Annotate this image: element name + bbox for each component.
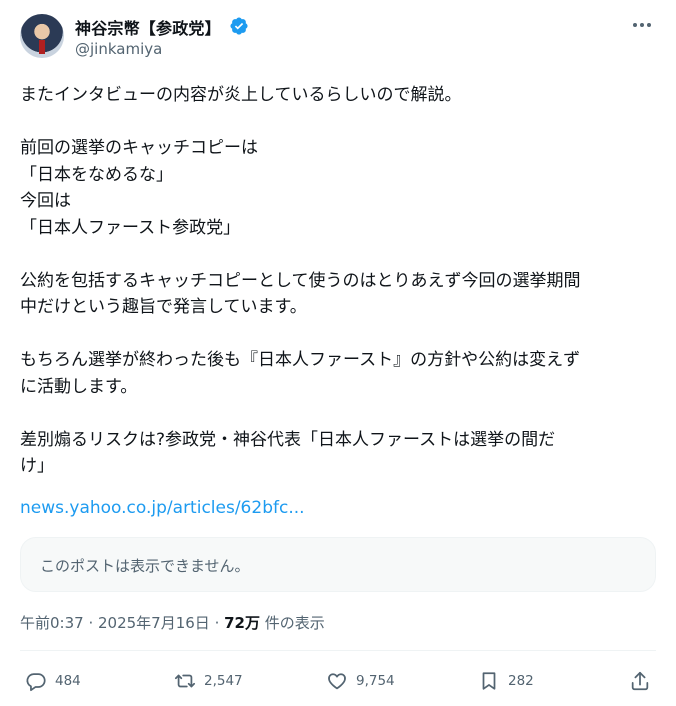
tweet-line: け」 <box>20 456 54 476</box>
reply-icon <box>26 673 46 692</box>
like-count: 9,754 <box>356 673 395 689</box>
author-display-name[interactable]: 神谷宗幣【参政党】 <box>75 15 221 39</box>
view-count: 72万 <box>224 614 260 632</box>
post-meta: 午前0:37 · 2025年7月16日 · 72万 件の表示 <box>20 612 325 633</box>
post-date[interactable]: 2025年7月16日 <box>98 614 210 632</box>
tweet-line: もちろん選挙が終わった後も『日本人ファースト』の方針や公約は変えず <box>20 350 581 370</box>
bookmark-count: 282 <box>508 673 534 689</box>
share-button[interactable] <box>629 668 651 694</box>
tweet-line: 差別煽るリスクは?参政党・神谷代表「日本人ファーストは選挙の間だ <box>20 429 556 450</box>
reply-count: 484 <box>55 673 81 689</box>
unavailable-quote-text: このポストは表示できません。 <box>40 557 250 575</box>
article-link[interactable]: news.yahoo.co.jp/articles/62bfc... <box>20 498 305 518</box>
repost-icon <box>174 674 196 688</box>
reply-button[interactable]: 484 <box>25 668 81 694</box>
unavailable-quote-box: このポストは表示できません。 <box>20 537 656 592</box>
tweet-line: 中だけという趣旨で発言しています。 <box>20 297 307 317</box>
like-button[interactable]: 9,754 <box>326 668 395 694</box>
meta-separator: · <box>209 614 225 632</box>
repost-button[interactable]: 2,547 <box>174 668 243 694</box>
meta-separator: · <box>83 614 98 632</box>
author-avatar[interactable] <box>20 14 64 58</box>
share-icon <box>631 671 649 691</box>
post-card: 神谷宗幣【参政党】 @jinkamiya またインタビューの内容が炎上しているら… <box>0 0 676 706</box>
author-handle[interactable]: @jinkamiya <box>75 40 162 58</box>
tweet-line: 「日本人ファースト参政党」 <box>20 217 241 238</box>
repost-count: 2,547 <box>204 673 243 689</box>
tweet-text: またインタビューの内容が炎上しているらしいので解説。 前回の選挙のキャッチコピー… <box>20 82 660 480</box>
heart-icon <box>328 673 346 690</box>
tweet-line: 前回の選挙のキャッチコピーは <box>20 138 258 158</box>
tweet-line: 「日本をなめるな」 <box>20 164 173 185</box>
more-options-icon[interactable] <box>631 14 653 36</box>
divider <box>20 650 656 651</box>
tweet-line: 今回は <box>20 191 71 211</box>
post-time[interactable]: 午前0:37 <box>20 614 84 632</box>
view-count-suffix: 件の表示 <box>260 614 325 632</box>
tweet-line: に活動します。 <box>20 376 138 397</box>
tweet-line: またインタビューの内容が炎上しているらしいので解説。 <box>20 85 462 105</box>
verified-badge-icon <box>230 17 248 35</box>
tweet-line: 公約を包括するキャッチコピーとして使うのはとりあえず今回の選挙期間 <box>20 270 581 291</box>
bookmark-button[interactable]: 282 <box>478 668 534 694</box>
bookmark-icon <box>482 672 496 690</box>
